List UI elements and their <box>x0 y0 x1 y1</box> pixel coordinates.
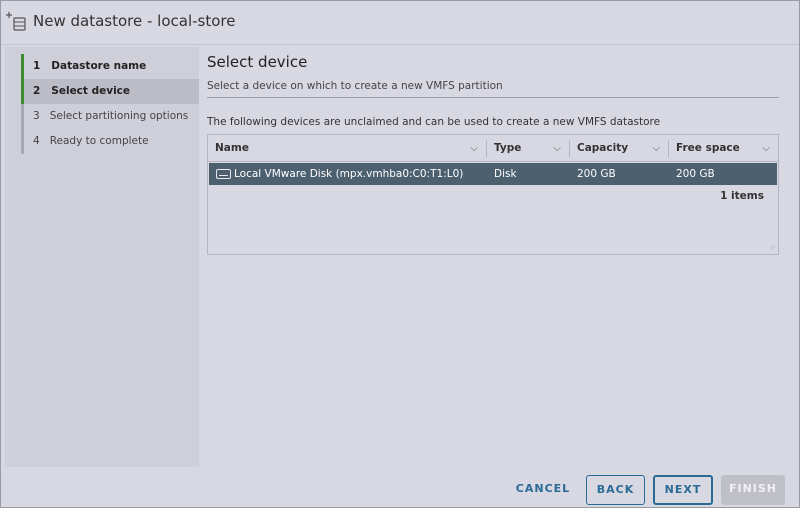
wizard-steps: 1 Datastore name 2 Select device 3 Selec… <box>5 47 199 467</box>
column-label: Name <box>215 142 249 154</box>
step-number: 2 <box>33 85 41 97</box>
step-label: Select partitioning options <box>49 110 189 122</box>
disk-icon <box>216 169 231 179</box>
step-indicator <box>21 104 24 129</box>
column-header-name[interactable]: Name ⌵ <box>208 135 486 162</box>
step-datastore-name[interactable]: 1 Datastore name <box>21 54 199 79</box>
resize-handle-icon[interactable]: ⁘ <box>769 243 776 252</box>
item-count: 1 items <box>720 190 764 202</box>
step-select-device[interactable]: 2 Select device <box>21 79 199 104</box>
column-header-type[interactable]: Type ⌵ <box>487 135 569 162</box>
step-ready-to-complete[interactable]: 4 Ready to complete <box>21 129 199 154</box>
dialog-footer: CANCEL BACK NEXT FINISH <box>1 467 799 507</box>
step-number: 4 <box>33 135 40 147</box>
grid-header: Name ⌵ Type ⌵ Capacity ⌵ Free space ⌵ <box>208 135 778 162</box>
chevron-down-icon[interactable]: ⌵ <box>470 135 478 162</box>
cell-capacity: 200 GB <box>577 168 616 180</box>
dialog-title: New datastore - local-store <box>33 12 236 30</box>
step-label: Ready to complete <box>49 135 149 147</box>
page-subtitle: Select a device on which to create a new… <box>207 80 503 92</box>
device-name: Local VMware Disk (mpx.vmhba0:C0:T1:L0) <box>234 168 464 180</box>
finish-button[interactable]: FINISH <box>721 475 785 505</box>
next-button[interactable]: NEXT <box>653 475 713 505</box>
chevron-down-icon[interactable]: ⌵ <box>553 135 561 162</box>
step-label: Select device <box>51 85 131 97</box>
column-label: Capacity <box>577 142 629 154</box>
step-indicator <box>21 129 24 154</box>
cell-free-space: 200 GB <box>676 168 715 180</box>
grid-footer: 1 items <box>208 186 778 206</box>
dialog-titlebar: New datastore - local-store <box>1 1 799 45</box>
cell-name: Local VMware Disk (mpx.vmhba0:C0:T1:L0) <box>209 163 486 185</box>
step-number: 1 <box>33 60 41 72</box>
device-grid: Name ⌵ Type ⌵ Capacity ⌵ Free space ⌵ Lo… <box>207 134 779 255</box>
column-label: Type <box>494 142 522 154</box>
page-title: Select device <box>207 53 308 71</box>
add-datastore-icon <box>6 12 26 31</box>
column-header-free-space[interactable]: Free space ⌵ <box>669 135 778 162</box>
step-indicator <box>21 54 24 79</box>
step-label: Datastore name <box>51 60 147 72</box>
step-indicator <box>21 79 24 104</box>
back-button[interactable]: BACK <box>586 475 645 505</box>
step-partitioning-options[interactable]: 3 Select partitioning options <box>21 104 199 129</box>
divider <box>207 97 779 98</box>
table-row[interactable]: Local VMware Disk (mpx.vmhba0:C0:T1:L0) … <box>209 163 777 185</box>
page-description: The following devices are unclaimed and … <box>207 116 661 128</box>
new-datastore-dialog: New datastore - local-store 1 Datastore … <box>0 0 800 508</box>
chevron-down-icon[interactable]: ⌵ <box>652 135 660 162</box>
cell-type: Disk <box>494 168 517 180</box>
step-number: 3 <box>33 110 40 122</box>
column-header-capacity[interactable]: Capacity ⌵ <box>570 135 668 162</box>
chevron-down-icon[interactable]: ⌵ <box>762 135 770 162</box>
column-label: Free space <box>676 142 740 154</box>
cancel-button[interactable]: CANCEL <box>508 475 578 505</box>
